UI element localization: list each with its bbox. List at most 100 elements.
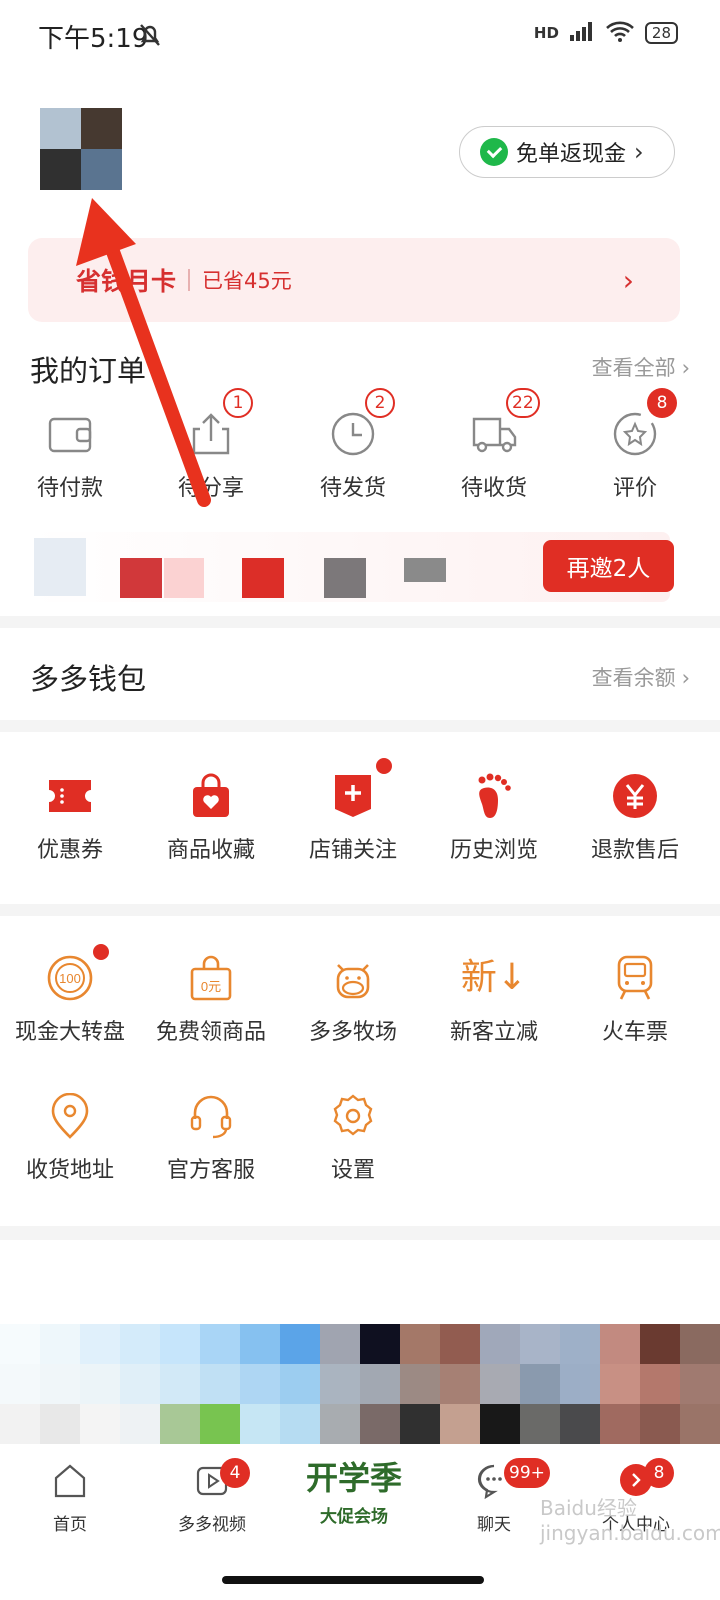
- avatar[interactable]: [40, 108, 122, 190]
- orders-card: 我的订单 查看全部 › 待付款 1 待分享 2 待发货 22 待收货 8 评价 …: [0, 322, 720, 612]
- home-indicator[interactable]: [222, 1576, 484, 1584]
- section-divider: [0, 720, 720, 732]
- order-pending-share[interactable]: 1 待分享: [141, 388, 281, 502]
- mute-bell-icon: [138, 22, 162, 52]
- section-divider: [0, 904, 720, 916]
- wallet-view-balance[interactable]: 查看余额 ›: [592, 662, 690, 692]
- tab-badge: 4: [220, 1458, 250, 1488]
- clock-icon: [329, 410, 377, 458]
- wallet-icon: [46, 410, 94, 458]
- free-cashback-label: 免单返现金: [516, 142, 627, 167]
- bag-heart-icon: [187, 772, 235, 820]
- chevron-right-icon: ›: [681, 356, 690, 380]
- bottom-tab-bar: 首页 4 多多视频 开学季 大促会场 99+ 聊天 8 个人中心 Baidu经验…: [0, 1448, 720, 1550]
- tool-new-customer[interactable]: 新↓ 新客立减: [424, 954, 564, 1046]
- new-customer-glyph: 新↓: [460, 957, 528, 998]
- tool-label: 免费领商品: [155, 1020, 266, 1045]
- svg-text:100: 100: [59, 971, 81, 986]
- wheel-100-icon: 100: [46, 954, 94, 1002]
- tool-settings[interactable]: 设置: [283, 1092, 423, 1184]
- free-goods-icon: 0元: [187, 954, 235, 1002]
- tab-video[interactable]: 4 多多视频: [152, 1458, 272, 1535]
- tool-label: 现金大转盘: [14, 1020, 125, 1045]
- order-badge: 22: [506, 388, 540, 418]
- truck-icon: [470, 410, 518, 458]
- settings-gear-icon: [329, 1092, 377, 1140]
- order-label: 待收货: [460, 476, 527, 501]
- chevron-right-icon: ›: [622, 264, 634, 297]
- wechat-icon: [480, 138, 508, 166]
- tool-label: 火车票: [601, 1020, 668, 1045]
- service-label: 历史浏览: [449, 838, 538, 863]
- service-coupons[interactable]: 优惠券: [0, 772, 140, 864]
- tool-label: 收货地址: [25, 1158, 114, 1183]
- tool-free-goods[interactable]: 0元 免费领商品: [141, 954, 281, 1046]
- tool-customer-service[interactable]: 官方客服: [141, 1092, 281, 1184]
- recommendation-feed[interactable]: [0, 1240, 720, 1448]
- tab-home[interactable]: 首页: [10, 1460, 130, 1535]
- service-favorites[interactable]: 商品收藏: [141, 772, 281, 864]
- signal-icon: [569, 20, 595, 46]
- status-indicators: HD 28: [534, 20, 678, 46]
- order-badge: 8: [647, 388, 677, 418]
- service-label: 优惠券: [36, 838, 103, 863]
- tool-label: 多多牧场: [308, 1020, 397, 1045]
- tool-cash-wheel[interactable]: 100 现金大转盘: [0, 944, 140, 1046]
- order-label: 待发货: [319, 476, 386, 501]
- tool-label: 官方客服: [166, 1158, 255, 1183]
- battery-icon: 28: [644, 22, 678, 44]
- month-card-divider: [188, 269, 191, 291]
- service-history[interactable]: 历史浏览: [424, 772, 564, 864]
- tab-label: 首页: [53, 1515, 87, 1535]
- profile-page: 下午5:19 HD 28 免单返现金 › 省钱月卡 已省45元 › 我的订单 查…: [0, 0, 720, 1600]
- order-pending-receipt[interactable]: 22 待收货: [424, 388, 564, 502]
- svg-text:0元: 0元: [201, 979, 221, 994]
- invite-button[interactable]: 再邀2人: [543, 540, 674, 592]
- blurred-block: [324, 558, 366, 598]
- chevron-right-icon: ›: [634, 138, 644, 166]
- month-card-title: 省钱月卡: [76, 267, 177, 296]
- tab-badge: 8: [644, 1458, 674, 1488]
- blurred-block: [120, 558, 162, 598]
- wallet-title: 多多钱包: [30, 662, 147, 696]
- order-review[interactable]: 8 评价: [565, 388, 705, 502]
- train-icon: [611, 954, 659, 1002]
- section-divider: [0, 1226, 720, 1240]
- free-cashback-button[interactable]: 免单返现金 ›: [459, 126, 675, 178]
- tools-card: 100 现金大转盘 0元 免费领商品 多多牧场 新↓ 新客立减 火车票 收货地址…: [0, 916, 720, 1226]
- wallet-card[interactable]: 多多钱包 查看余额 ›: [0, 628, 720, 720]
- invite-product-thumb: [34, 538, 86, 596]
- new-customer-icon: 新↓: [424, 954, 564, 1002]
- blurred-block: [404, 558, 446, 582]
- order-badge: 2: [365, 388, 395, 418]
- tab-label: 多多视频: [178, 1515, 246, 1535]
- orders-view-all[interactable]: 查看全部 ›: [592, 352, 690, 382]
- order-pending-payment[interactable]: 待付款: [0, 410, 140, 502]
- tab-promo[interactable]: 开学季 大促会场: [294, 1456, 414, 1527]
- home-icon: [54, 1464, 86, 1498]
- service-refunds[interactable]: 退款售后: [565, 772, 705, 864]
- service-label: 店铺关注: [308, 838, 397, 863]
- tool-address[interactable]: 收货地址: [0, 1092, 140, 1184]
- service-label: 商品收藏: [166, 838, 255, 863]
- service-followed-stores[interactable]: 店铺关注: [283, 758, 423, 864]
- review-star-icon: [611, 410, 659, 458]
- services-card: 优惠券 商品收藏 店铺关注 历史浏览 退款售后: [0, 732, 720, 904]
- orders-view-all-label: 查看全部: [591, 356, 676, 380]
- store-plus-icon: [329, 772, 377, 820]
- order-pending-shipment[interactable]: 2 待发货: [283, 388, 423, 502]
- savings-month-card[interactable]: 省钱月卡 已省45元 ›: [28, 238, 680, 322]
- blurred-block: [242, 558, 284, 598]
- tool-train-tickets[interactable]: 火车票: [565, 954, 705, 1046]
- headset-icon: [187, 1092, 235, 1140]
- status-time: 下午5:19: [38, 24, 149, 54]
- notification-dot: [376, 758, 392, 774]
- cow-icon: [329, 954, 377, 1002]
- notification-dot: [93, 944, 109, 960]
- tool-ranch[interactable]: 多多牧场: [283, 954, 423, 1046]
- tab-chat[interactable]: 99+ 聊天: [434, 1458, 554, 1535]
- chevron-right-icon: ›: [681, 666, 690, 690]
- tool-label: 新客立减: [449, 1020, 538, 1045]
- order-label: 评价: [612, 476, 657, 501]
- wallet-link-label: 查看余额: [591, 666, 676, 690]
